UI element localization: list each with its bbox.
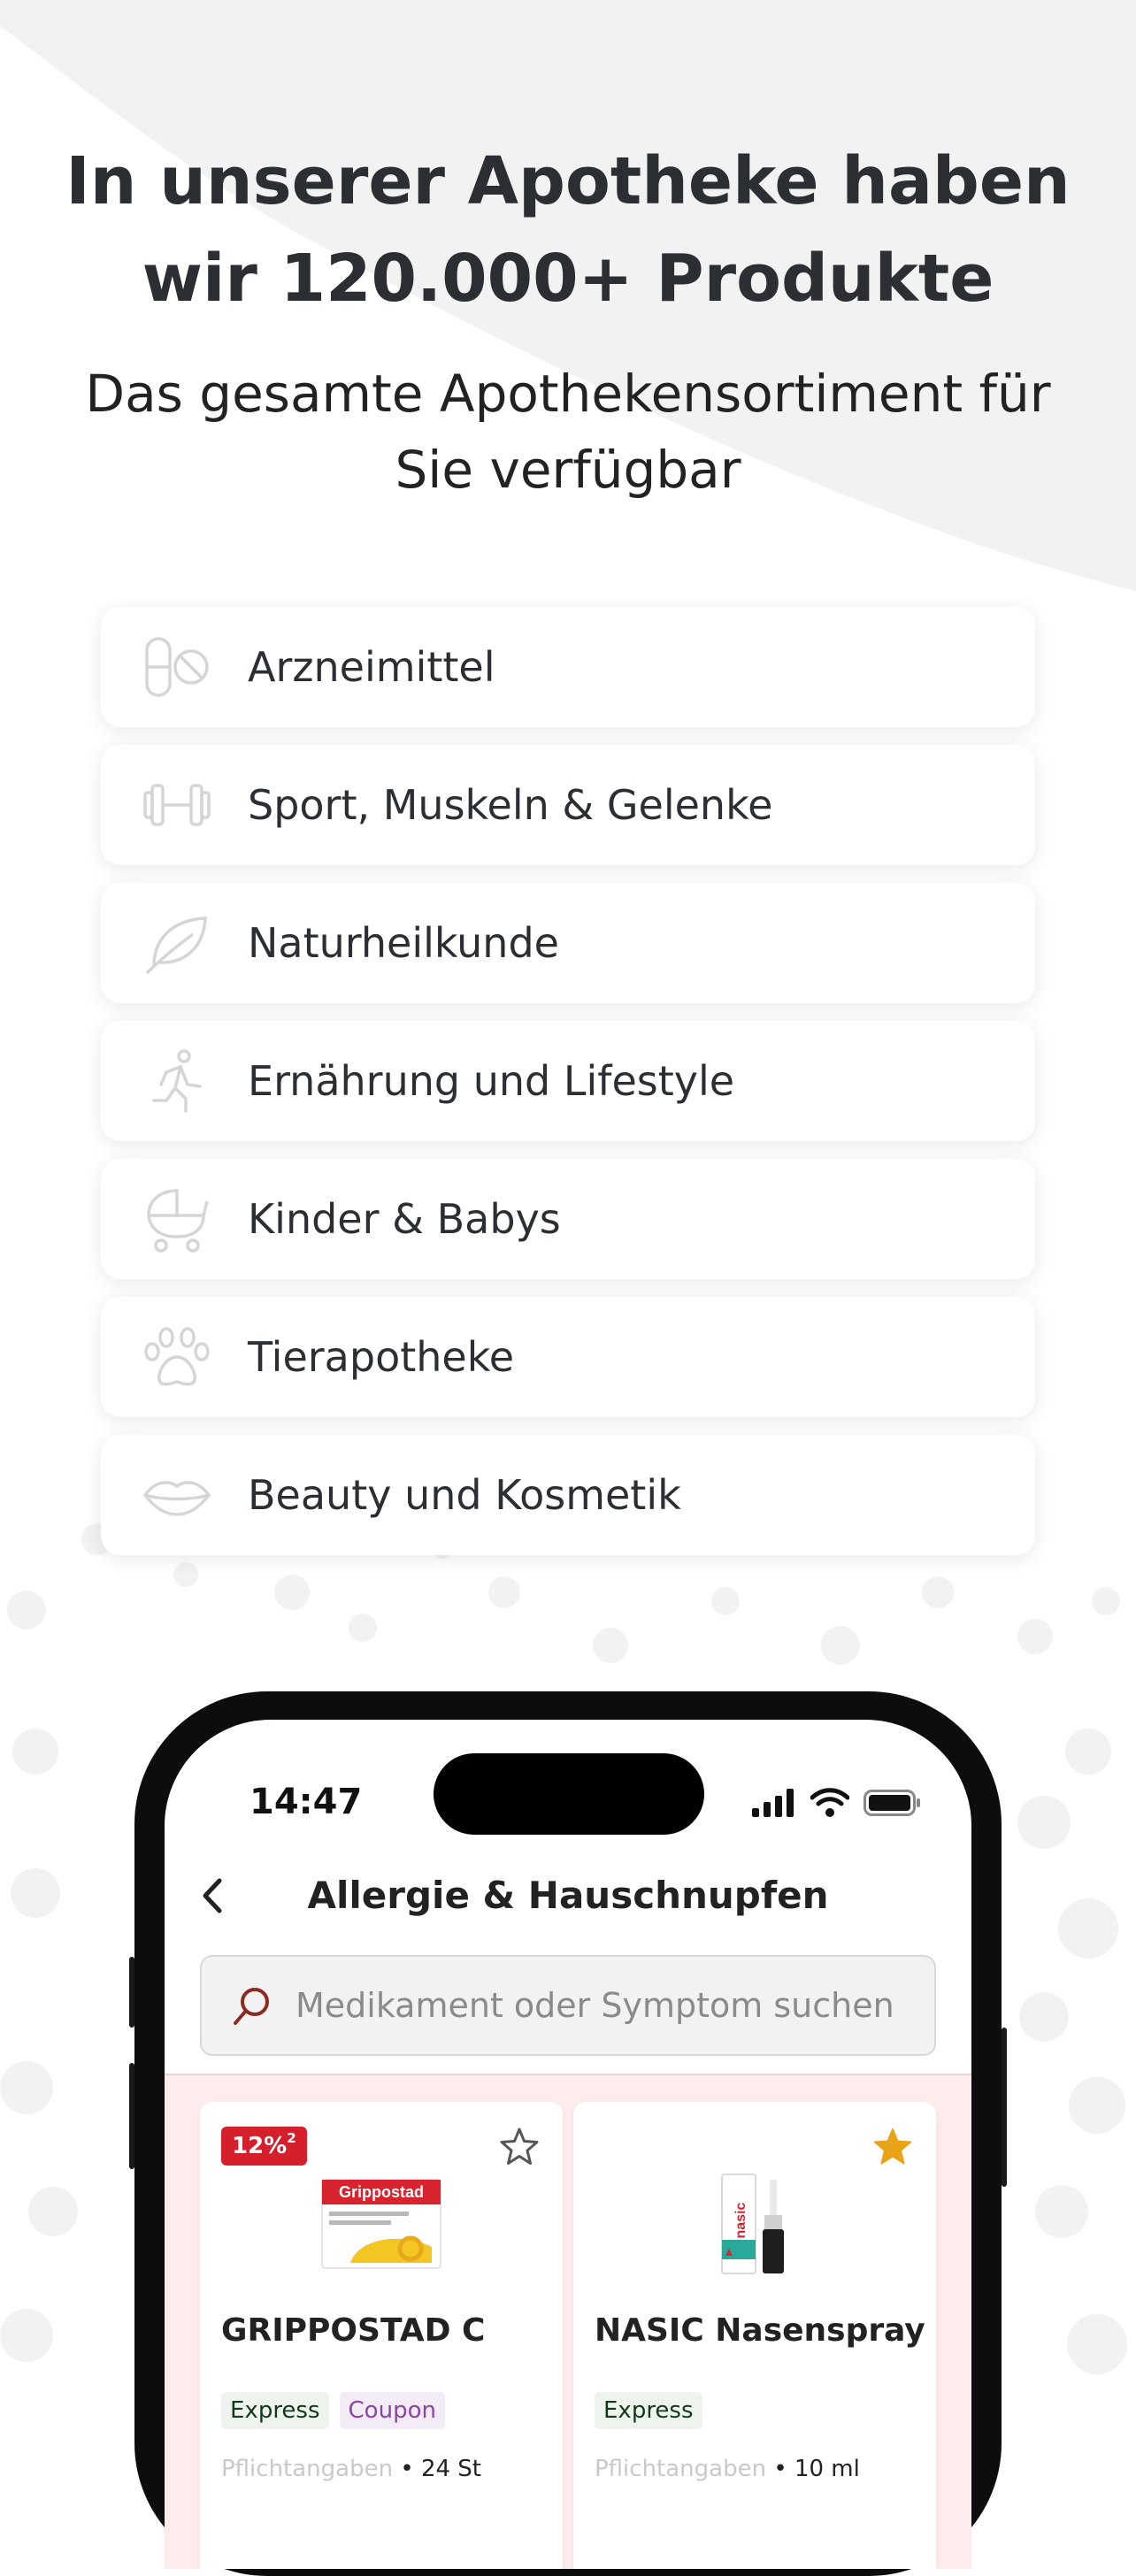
category-list: Arzneimittel Sport, Muskeln & Gelenke Na…: [101, 607, 1035, 1573]
battery-icon: [864, 1790, 920, 1816]
product-image-label: Grippostad: [339, 2183, 424, 2201]
category-label: Beauty und Kosmetik: [248, 1471, 681, 1519]
lips-icon: [142, 1460, 212, 1530]
star-filled-icon[interactable]: [871, 2125, 915, 2169]
discount-footnote: 2: [287, 2130, 296, 2146]
nav-title: Allergie & Hauschnupfen: [307, 1874, 829, 1917]
stroller-icon: [142, 1184, 212, 1254]
category-label: Kinder & Babys: [248, 1195, 561, 1243]
product-size: • 10 ml: [773, 2456, 860, 2482]
hero-title: In unserer Apotheke haben wir 120.000+ P…: [0, 133, 1136, 327]
status-icons: [752, 1785, 922, 1821]
category-item-sport[interactable]: Sport, Muskeln & Gelenke: [101, 745, 1035, 865]
product-image: Grippostad: [321, 2179, 441, 2269]
pflichtangaben-link[interactable]: Pflichtangaben: [595, 2456, 766, 2482]
dumbbell-icon: [142, 770, 212, 840]
product-card[interactable]: 12%2 Grippostad GRIPPOSTAD C Express Cou…: [200, 2102, 563, 2569]
product-size: • 24 St: [400, 2456, 481, 2482]
phone-side-button: [129, 2063, 134, 2169]
hero-title-line2: wir 120.000+ Produkte: [142, 241, 994, 317]
discount-badge: 12%2: [221, 2127, 307, 2166]
express-tag: Express: [595, 2392, 702, 2429]
paw-icon: [142, 1322, 212, 1392]
phone-side-button: [1002, 2028, 1007, 2187]
phone-mockup: 14:47 Allergie & Hauschnupfen Medikament…: [129, 1691, 1007, 2576]
category-label: Naturheilkunde: [248, 919, 559, 967]
product-meta: Pflichtangaben • 24 St: [221, 2456, 481, 2482]
category-label: Arzneimittel: [248, 643, 495, 691]
category-label: Ernährung und Lifestyle: [248, 1057, 735, 1105]
product-name: GRIPPOSTAD C: [221, 2312, 486, 2349]
product-card[interactable]: nasic NASIC Nasenspray Express Pflichtan…: [573, 2102, 936, 2569]
status-time: 14:47: [249, 1782, 363, 1822]
pill-icon: [142, 632, 212, 702]
category-item-ernaehrung[interactable]: Ernährung und Lifestyle: [101, 1021, 1035, 1141]
product-tags: Express: [595, 2392, 702, 2429]
product-image-label: nasic: [733, 2202, 748, 2238]
coupon-tag: Coupon: [339, 2392, 445, 2429]
pflichtangaben-link[interactable]: Pflichtangaben: [221, 2456, 393, 2482]
running-person-icon: [142, 1046, 212, 1116]
phone-screen: 14:47 Allergie & Hauschnupfen Medikament…: [165, 1720, 971, 2569]
discount-value: 12%: [232, 2133, 288, 2159]
phone-side-button: [129, 1957, 134, 2028]
express-tag: Express: [221, 2392, 329, 2429]
nav-bar: Allergie & Hauschnupfen: [165, 1852, 971, 1941]
search-input[interactable]: [294, 1985, 934, 2026]
dynamic-island: [434, 1753, 704, 1835]
category-item-beauty[interactable]: Beauty und Kosmetik: [101, 1435, 1035, 1555]
product-meta: Pflichtangaben • 10 ml: [595, 2456, 860, 2482]
category-item-naturheilkunde[interactable]: Naturheilkunde: [101, 883, 1035, 1003]
signal-icon: [752, 1789, 794, 1817]
product-image: nasic: [721, 2174, 784, 2274]
category-item-kinder[interactable]: Kinder & Babys: [101, 1159, 1035, 1279]
search-bar[interactable]: [200, 1955, 936, 2056]
star-outline-icon[interactable]: [497, 2125, 541, 2169]
product-tags: Express Coupon: [221, 2392, 445, 2429]
wifi-icon: [810, 1788, 849, 1817]
category-item-arzneimittel[interactable]: Arzneimittel: [101, 607, 1035, 727]
hero: In unserer Apotheke haben wir 120.000+ P…: [0, 133, 1136, 508]
hero-title-line1: In unserer Apotheke haben: [65, 143, 1071, 219]
leaf-icon: [142, 908, 212, 978]
category-item-tierapotheke[interactable]: Tierapotheke: [101, 1297, 1035, 1417]
product-name: NASIC Nasenspray: [595, 2312, 925, 2349]
search-icon: [234, 1988, 269, 2025]
category-label: Sport, Muskeln & Gelenke: [248, 781, 773, 829]
category-label: Tierapotheke: [248, 1333, 514, 1381]
hero-subtitle: Das gesamte Apothekensortiment für Sie v…: [85, 364, 1051, 500]
